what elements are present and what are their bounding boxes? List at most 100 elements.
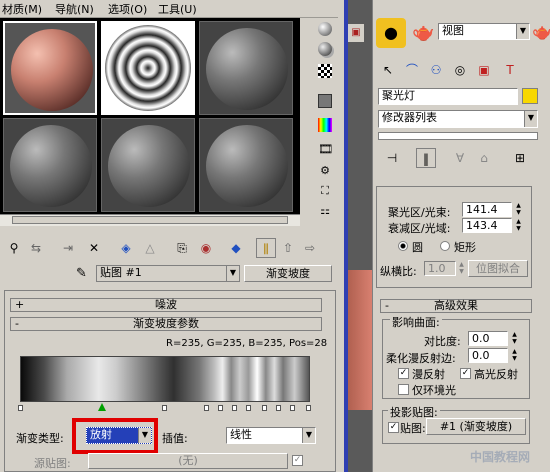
rectangle-radio[interactable] — [440, 241, 450, 251]
background-checker-icon[interactable] — [318, 64, 332, 78]
slots-scrollbar[interactable] — [0, 214, 300, 226]
make-preview-icon[interactable]: 🎞 — [318, 142, 333, 156]
map-type-button[interactable]: 渐变坡度 — [244, 265, 332, 282]
gradient-flag[interactable] — [218, 405, 223, 411]
gradient-flag[interactable] — [204, 405, 209, 411]
make-unique-icon[interactable]: ∀ — [450, 148, 470, 168]
diffuse-checkbox[interactable]: ✓ — [398, 368, 409, 379]
projector-map-checkbox[interactable]: ✓ — [388, 422, 399, 433]
pin-stack-icon[interactable]: ⊣ — [382, 148, 402, 168]
viewport-dropdown[interactable]: 视图 ▼ — [438, 23, 530, 40]
display-tab-icon[interactable]: ▣ — [474, 60, 494, 80]
put-to-scene-icon[interactable]: ⇆ — [26, 238, 46, 258]
make-unique-icon[interactable]: △ — [140, 238, 160, 258]
specular-checkbox[interactable]: ✓ — [460, 368, 471, 379]
go-to-parent-icon[interactable]: ⇧ — [278, 238, 298, 258]
motion-tab-icon[interactable]: ◎ — [450, 60, 470, 80]
gradient-flag[interactable] — [246, 405, 251, 411]
show-map-in-viewport-icon[interactable]: ◆ — [226, 238, 246, 258]
get-material-icon[interactable]: ⚲ — [4, 238, 24, 258]
chevron-down-icon: ▼ — [302, 428, 315, 443]
gradient-params-rollout[interactable]: - 渐变坡度参数 — [10, 317, 322, 331]
object-color-swatch[interactable] — [522, 88, 538, 104]
gradient-flag[interactable] — [262, 405, 267, 411]
menu-material[interactable]: 材质(M) — [2, 1, 42, 17]
pick-eyedropper-icon[interactable]: ✎ — [76, 266, 87, 281]
quick-render-icon[interactable]: 🫖 — [532, 22, 550, 41]
create-tab-icon[interactable]: ↖ — [378, 60, 398, 80]
gradient-params-title: 渐变坡度参数 — [133, 317, 199, 330]
projector-map-button[interactable]: #1 (渐变坡度) — [426, 418, 526, 435]
gradient-flag[interactable] — [290, 405, 295, 411]
material-map-navigator-icon[interactable]: ⚏ — [318, 204, 332, 218]
map-name-dropdown[interactable]: 贴图 #1 ▼ — [96, 265, 240, 282]
options-icon[interactable]: ⚙ — [318, 164, 332, 178]
teapot-icon[interactable]: 🫖 — [412, 22, 434, 43]
menu-navigation[interactable]: 导航(N) — [55, 1, 94, 17]
gradient-type-dropdown[interactable]: 放射 ▼ — [86, 427, 152, 444]
interpolation-dropdown[interactable]: 线性 ▼ — [226, 427, 316, 444]
modify-tab-icon[interactable]: ⌒ — [402, 60, 422, 80]
hotspot-spinner[interactable]: ▲ ▼ — [514, 202, 523, 216]
menu-tools[interactable]: 工具(U) — [158, 1, 197, 17]
advanced-effects-rollout[interactable]: - 高级效果 — [380, 299, 532, 313]
sample-slot-1[interactable] — [3, 21, 97, 115]
gradient-flag[interactable] — [306, 405, 311, 411]
hierarchy-tab-icon[interactable]: ⚇ — [426, 60, 446, 80]
render-icon[interactable]: ▣ — [348, 24, 364, 42]
noise-rollout[interactable]: + 噪波 — [10, 298, 322, 312]
sample-uv-tiling-icon[interactable] — [318, 94, 332, 108]
noise-rollout-title: 噪波 — [155, 298, 177, 311]
contrast-input[interactable]: 0.0 — [468, 331, 508, 346]
gradient-ramp-bar[interactable] — [20, 356, 310, 402]
bitmap-fit-button[interactable]: 位图拟合 — [468, 260, 528, 277]
object-name-field[interactable]: 聚光灯 — [378, 88, 518, 105]
select-by-material-icon[interactable]: ⛶ — [318, 184, 332, 198]
interp-label: 插值: — [162, 432, 188, 445]
go-forward-to-sibling-icon[interactable]: ⇨ — [300, 238, 320, 258]
sample-slot-2-active[interactable] — [101, 21, 195, 115]
assign-material-icon[interactable]: ⇥ — [58, 238, 78, 258]
sample-type-icon[interactable] — [318, 22, 332, 36]
source-map-button[interactable]: (无) — [88, 453, 288, 469]
sample-slot-5[interactable] — [101, 118, 195, 212]
backlight-icon[interactable] — [318, 42, 332, 56]
scrollbar-thumb[interactable] — [12, 216, 288, 224]
gradient-flag[interactable] — [162, 405, 167, 411]
menu-options[interactable]: 选项(O) — [108, 1, 147, 17]
gradient-type-value: 放射 — [90, 428, 112, 441]
falloff-input[interactable]: 143.4 — [462, 218, 512, 233]
gradient-flag[interactable] — [18, 405, 23, 411]
video-color-check-icon[interactable] — [318, 118, 332, 132]
sample-slot-3[interactable] — [199, 21, 293, 115]
utilities-tab-icon[interactable]: T — [500, 60, 520, 80]
circle-radio[interactable] — [398, 241, 408, 251]
modifier-stack[interactable] — [378, 132, 538, 140]
show-end-result-icon[interactable]: ⫼ — [256, 238, 276, 258]
ambient-only-checkbox[interactable] — [398, 384, 409, 395]
gradient-flag[interactable] — [276, 405, 281, 411]
remove-modifier-icon[interactable]: ⌂ — [474, 148, 494, 168]
falloff-spinner[interactable]: ▲ ▼ — [514, 218, 523, 232]
sample-slot-6[interactable] — [199, 118, 293, 212]
material-editor-icon[interactable]: ● — [376, 18, 406, 48]
make-copy-icon[interactable]: ◈ — [116, 238, 136, 258]
soften-input[interactable]: 0.0 — [468, 348, 508, 363]
interp-value: 线性 — [230, 428, 252, 441]
gradient-flag-selected[interactable] — [98, 403, 106, 411]
source-map-checkbox[interactable]: ✓ — [292, 455, 303, 466]
show-end-result-icon[interactable]: ‖ — [416, 148, 436, 168]
modifier-list-dropdown[interactable]: 修改器列表 ▼ — [378, 110, 538, 128]
gradient-flag[interactable] — [232, 405, 237, 411]
hotspot-input[interactable]: 141.4 — [462, 202, 512, 217]
material-id-channel-icon[interactable]: ◉ — [196, 238, 216, 258]
aspect-input[interactable]: 1.0 — [424, 261, 456, 276]
put-to-library-icon[interactable]: ⎘ — [172, 238, 192, 258]
configure-sets-icon[interactable]: ⊞ — [510, 148, 530, 168]
reset-map-icon[interactable]: ✕ — [84, 238, 104, 258]
soften-spinner[interactable]: ▲ ▼ — [510, 348, 519, 362]
contrast-spinner[interactable]: ▲ ▼ — [510, 331, 519, 345]
contrast-label: 对比度: — [424, 335, 461, 348]
sample-slot-4[interactable] — [3, 118, 97, 212]
aspect-spinner[interactable]: ▲ ▼ — [457, 261, 466, 275]
